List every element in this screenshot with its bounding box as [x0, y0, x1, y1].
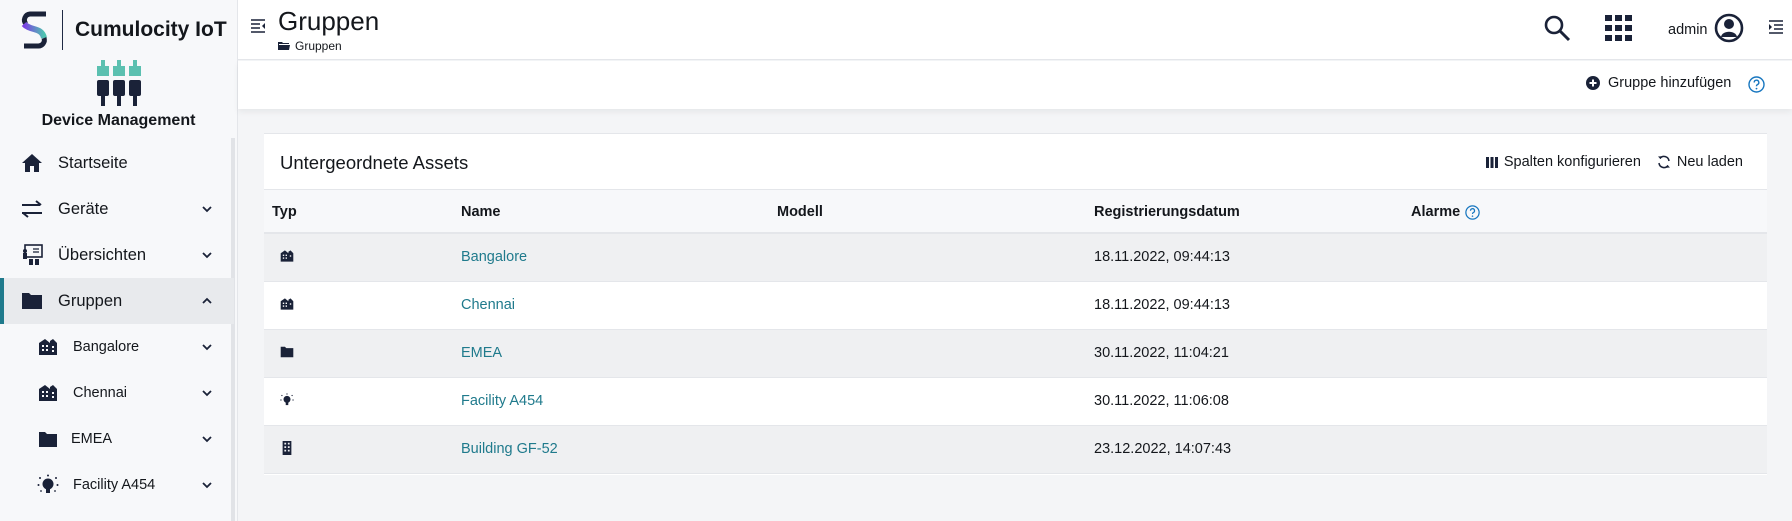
- folder-icon: [20, 289, 44, 313]
- asset-registration-date: 30.11.2022, 11:06:08: [1094, 393, 1229, 409]
- add-group-label: Gruppe hinzufügen: [1608, 75, 1732, 91]
- column-header-name[interactable]: Name: [461, 204, 501, 220]
- chevron-down-icon[interactable]: [200, 478, 214, 492]
- asset-registration-date: 18.11.2022, 09:44:13: [1094, 297, 1230, 313]
- columns-icon: [1485, 156, 1498, 168]
- chevron-down-icon[interactable]: [200, 340, 214, 354]
- exchange-arrows-icon: [20, 197, 44, 221]
- column-header-modell[interactable]: Modell: [777, 204, 823, 220]
- sidebar-item-label: Geräte: [58, 199, 109, 218]
- asset-name-link[interactable]: EMEA: [461, 345, 502, 361]
- sidebar-nav: Startseite Geräte Übersichten Gruppen Ba…: [0, 140, 234, 508]
- asset-name-link[interactable]: Bangalore: [461, 249, 527, 265]
- plus-circle-icon: [1586, 76, 1600, 90]
- right-drawer-toggle-icon[interactable]: [1768, 19, 1784, 35]
- asset-name-link[interactable]: Chennai: [461, 297, 515, 313]
- sidebar-item-label: Gruppen: [58, 291, 123, 310]
- sidebar-toggle-icon[interactable]: [250, 18, 266, 34]
- column-header-alarme[interactable]: Alarme: [1411, 204, 1480, 220]
- chevron-down-icon[interactable]: [200, 386, 214, 400]
- page-title: Gruppen: [278, 6, 380, 36]
- sidebar-item-label: Startseite: [58, 153, 128, 172]
- building-icon: [280, 298, 294, 310]
- table-row[interactable]: EMEA 30.11.2022, 11:04:21: [264, 330, 1767, 378]
- search-icon[interactable]: [1543, 14, 1571, 42]
- breadcrumb: Gruppen: [278, 39, 342, 53]
- reload-button[interactable]: Neu laden: [1657, 154, 1743, 170]
- folder-icon: [280, 346, 294, 358]
- chevron-down-icon[interactable]: [200, 432, 214, 446]
- card-actions: Spalten konfigurieren Neu laden: [1485, 154, 1743, 170]
- help-icon[interactable]: [1748, 76, 1765, 93]
- sidebar-subitem-bangalore[interactable]: Bangalore: [0, 324, 234, 370]
- breadcrumb-item[interactable]: Gruppen: [295, 39, 342, 53]
- brand[interactable]: Cumulocity IoT: [0, 0, 237, 60]
- lightbulb-icon: [36, 473, 60, 497]
- cumulocity-logo-icon: [21, 11, 47, 49]
- presentation-icon: [20, 243, 44, 267]
- brand-divider: [62, 10, 63, 50]
- building-icon: [36, 381, 60, 405]
- chevron-up-icon[interactable]: [200, 294, 214, 308]
- asset-registration-date: 23.12.2022, 14:07:43: [1094, 441, 1232, 457]
- user-name[interactable]: admin: [1668, 22, 1708, 38]
- app-switcher-grid-icon[interactable]: [1605, 15, 1632, 41]
- brand-name: Cumulocity IoT: [75, 18, 227, 41]
- chevron-down-icon[interactable]: [200, 248, 214, 262]
- column-header-typ[interactable]: Typ: [272, 204, 297, 220]
- top-header: Gruppen Gruppen admin: [238, 0, 1792, 60]
- reload-label: Neu laden: [1676, 154, 1743, 170]
- sidebar-subitem-label: Chennai: [73, 385, 128, 401]
- sidebar-subitem-facility-a454[interactable]: Facility A454: [0, 462, 234, 508]
- sidebar-item-uebersichten[interactable]: Übersichten: [0, 232, 234, 278]
- sidebar-item-geraete[interactable]: Geräte: [0, 186, 234, 232]
- sidebar-subitem-label: Bangalore: [73, 339, 140, 355]
- app-name: Device Management: [41, 112, 196, 129]
- table-header: Typ Name Modell Registrierungsdatum Alar…: [264, 189, 1767, 234]
- table-row[interactable]: Chennai 18.11.2022, 09:44:13: [264, 282, 1767, 330]
- sidebar-subitem-chennai[interactable]: Chennai: [0, 370, 234, 416]
- child-assets-card: Untergeordnete Assets Spalten konfigurie…: [264, 133, 1767, 475]
- help-icon[interactable]: [1465, 204, 1480, 220]
- folder-open-icon: [278, 42, 290, 50]
- lightbulb-icon: [280, 393, 294, 406]
- refresh-icon: [1657, 155, 1670, 169]
- asset-name-link[interactable]: Building GF-52: [461, 441, 558, 457]
- asset-registration-date: 30.11.2022, 11:04:21: [1094, 345, 1229, 361]
- asset-registration-date: 18.11.2022, 09:44:13: [1094, 249, 1230, 265]
- configure-columns-button[interactable]: Spalten konfigurieren: [1485, 154, 1641, 170]
- column-header-registrierungsdatum[interactable]: Registrierungsdatum: [1094, 204, 1240, 220]
- device-management-icon: [96, 60, 141, 106]
- building-icon: [36, 335, 60, 359]
- add-group-button[interactable]: Gruppe hinzufügen: [1586, 75, 1731, 91]
- sidebar-item-label: Übersichten: [58, 245, 147, 264]
- app-header: Device Management: [0, 60, 237, 138]
- sidebar-item-startseite[interactable]: Startseite: [0, 140, 234, 186]
- card-title: Untergeordnete Assets: [280, 152, 469, 173]
- folder-icon: [36, 427, 60, 451]
- sidebar: Cumulocity IoT Device Management Startse…: [0, 0, 238, 521]
- action-bar: Gruppe hinzufügen: [238, 61, 1792, 109]
- column-header-label: Alarme: [1411, 204, 1461, 220]
- sidebar-subitem-label: Facility A454: [73, 477, 156, 493]
- asset-name-link[interactable]: Facility A454: [461, 393, 543, 409]
- building-icon: [280, 250, 294, 262]
- chevron-down-icon[interactable]: [200, 202, 214, 216]
- table-row[interactable]: Building GF-52 23.12.2022, 14:07:43: [264, 426, 1767, 474]
- home-icon: [20, 151, 44, 175]
- office-building-icon: [282, 441, 292, 455]
- user-avatar-icon[interactable]: [1714, 13, 1744, 43]
- table-row[interactable]: Bangalore 18.11.2022, 09:44:13: [264, 234, 1767, 282]
- configure-columns-label: Spalten konfigurieren: [1503, 154, 1641, 170]
- sidebar-item-gruppen[interactable]: Gruppen: [0, 278, 234, 324]
- table-row[interactable]: Facility A454 30.11.2022, 11:06:08: [264, 378, 1767, 426]
- sidebar-subitem-label: EMEA: [71, 431, 113, 447]
- sidebar-subitem-emea[interactable]: EMEA: [0, 416, 234, 462]
